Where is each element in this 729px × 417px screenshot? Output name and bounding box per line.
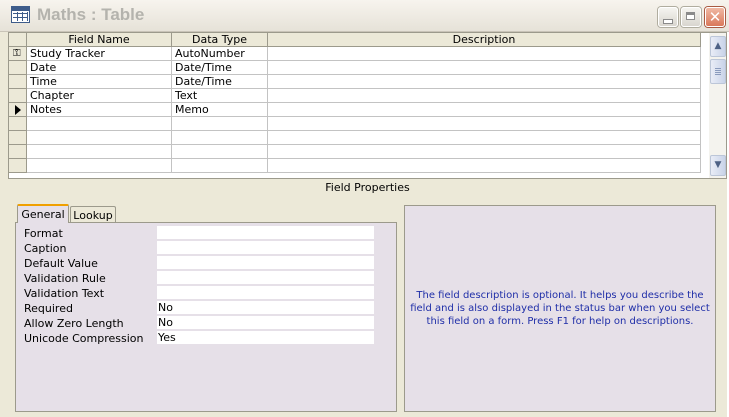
description-cell[interactable] (268, 103, 701, 117)
property-value-input[interactable] (157, 241, 374, 255)
data-type-cell[interactable]: Text (172, 89, 268, 103)
data-type-cell[interactable] (172, 159, 268, 173)
row-selector-header (9, 33, 27, 47)
minimize-button[interactable] (658, 7, 678, 27)
description-cell[interactable] (268, 159, 701, 173)
data-type-cell[interactable]: Date/Time (172, 61, 268, 75)
data-type-cell[interactable] (172, 117, 268, 131)
row-selector[interactable] (9, 145, 27, 159)
property-row-default-value: Default Value (24, 256, 386, 271)
table-row[interactable]: Chapter Text (9, 89, 701, 103)
property-row-allow-zero-length: Allow Zero Length No (24, 316, 386, 331)
description-cell[interactable] (268, 75, 701, 89)
table-row[interactable] (9, 131, 701, 145)
field-grid[interactable]: Field Name Data Type Description ⚿ Study… (8, 32, 727, 179)
description-cell[interactable] (268, 61, 701, 75)
window-title: Maths : Table (37, 5, 145, 24)
property-label: Format (24, 227, 63, 240)
tab-lookup[interactable]: Lookup (70, 206, 116, 223)
row-selector[interactable] (9, 131, 27, 145)
table-row[interactable]: Notes Memo (9, 103, 701, 117)
chevron-down-icon: ▼ (714, 160, 722, 170)
table-row[interactable] (9, 117, 701, 131)
field-name-cell[interactable] (27, 117, 172, 131)
help-pane: The field description is optional. It he… (404, 205, 716, 412)
property-label: Validation Rule (24, 272, 106, 285)
field-name-cell[interactable]: Time (27, 75, 172, 89)
row-selector[interactable] (9, 75, 27, 89)
property-label: Default Value (24, 257, 98, 270)
chevron-up-icon: ▲ (714, 41, 722, 51)
data-type-cell[interactable]: Memo (172, 103, 268, 117)
description-cell[interactable] (268, 89, 701, 103)
vertical-scrollbar[interactable]: ▲ ▼ (709, 33, 726, 178)
property-label: Allow Zero Length (24, 317, 124, 330)
property-value-input[interactable] (157, 286, 374, 300)
close-button[interactable]: ✕ (705, 7, 725, 27)
table-row[interactable]: Date Date/Time (9, 61, 701, 75)
description-cell[interactable] (268, 47, 701, 61)
property-row-unicode-compression: Unicode Compression Yes (24, 331, 386, 346)
table-design-window: Maths : Table ✕ Field Name Data Type Des… (0, 0, 729, 417)
window-left-border (0, 32, 8, 417)
property-value-input[interactable]: No (157, 301, 374, 315)
description-cell[interactable] (268, 117, 701, 131)
field-name-cell[interactable]: Study Tracker (27, 47, 172, 61)
property-label: Caption (24, 242, 67, 255)
scroll-thumb[interactable] (710, 59, 726, 84)
title-bar[interactable]: Maths : Table ✕ (0, 0, 729, 32)
row-selector[interactable] (9, 103, 27, 117)
data-type-cell[interactable] (172, 131, 268, 145)
property-label: Required (24, 302, 73, 315)
table-row[interactable] (9, 159, 701, 173)
table-row[interactable]: Time Date/Time (9, 75, 701, 89)
table-icon (11, 6, 30, 23)
property-value-input[interactable] (157, 226, 374, 240)
property-value-input[interactable] (157, 256, 374, 270)
primary-key-icon: ⚿ (13, 48, 21, 59)
property-value-input[interactable]: Yes (157, 331, 374, 345)
field-name-cell[interactable]: Date (27, 61, 172, 75)
property-row-validation-rule: Validation Rule (24, 271, 386, 286)
property-row-caption: Caption (24, 241, 386, 256)
description-cell[interactable] (268, 145, 701, 159)
data-type-cell[interactable]: Date/Time (172, 75, 268, 89)
row-selector[interactable] (9, 61, 27, 75)
description-cell[interactable] (268, 131, 701, 145)
field-name-cell[interactable] (27, 131, 172, 145)
row-selector[interactable]: ⚿ (9, 47, 27, 61)
general-properties-panel: Format Caption Default Value Validation … (15, 222, 397, 412)
property-row-validation-text: Validation Text (24, 286, 386, 301)
property-value-input[interactable] (157, 271, 374, 285)
field-name-cell[interactable] (27, 145, 172, 159)
row-selector[interactable] (9, 159, 27, 173)
data-type-cell[interactable] (172, 145, 268, 159)
table-row[interactable] (9, 145, 701, 159)
property-row-format: Format (24, 226, 386, 241)
data-type-cell[interactable]: AutoNumber (172, 47, 268, 61)
property-label: Validation Text (24, 287, 105, 300)
column-header-field-name[interactable]: Field Name (27, 33, 172, 47)
row-selector[interactable] (9, 89, 27, 103)
field-name-cell[interactable]: Chapter (27, 89, 172, 103)
property-value-input[interactable]: No (157, 316, 374, 330)
field-name-cell[interactable] (27, 159, 172, 173)
field-name-cell[interactable]: Notes (27, 103, 172, 117)
close-icon: ✕ (708, 8, 722, 26)
property-label: Unicode Compression (24, 332, 144, 345)
current-row-arrow-icon (15, 105, 21, 115)
tab-general[interactable]: General (17, 204, 69, 223)
maximize-button[interactable] (681, 7, 701, 27)
property-row-required: Required No (24, 301, 386, 316)
field-description-help-text: The field description is optional. It he… (410, 290, 710, 327)
table-row[interactable]: ⚿ Study Tracker AutoNumber (9, 47, 701, 61)
scroll-up-button[interactable]: ▲ (710, 36, 726, 57)
column-header-description[interactable]: Description (268, 33, 701, 47)
row-selector[interactable] (9, 117, 27, 131)
column-header-data-type[interactable]: Data Type (172, 33, 268, 47)
scroll-down-button[interactable]: ▼ (710, 155, 726, 176)
field-properties-caption: Field Properties (325, 181, 410, 194)
